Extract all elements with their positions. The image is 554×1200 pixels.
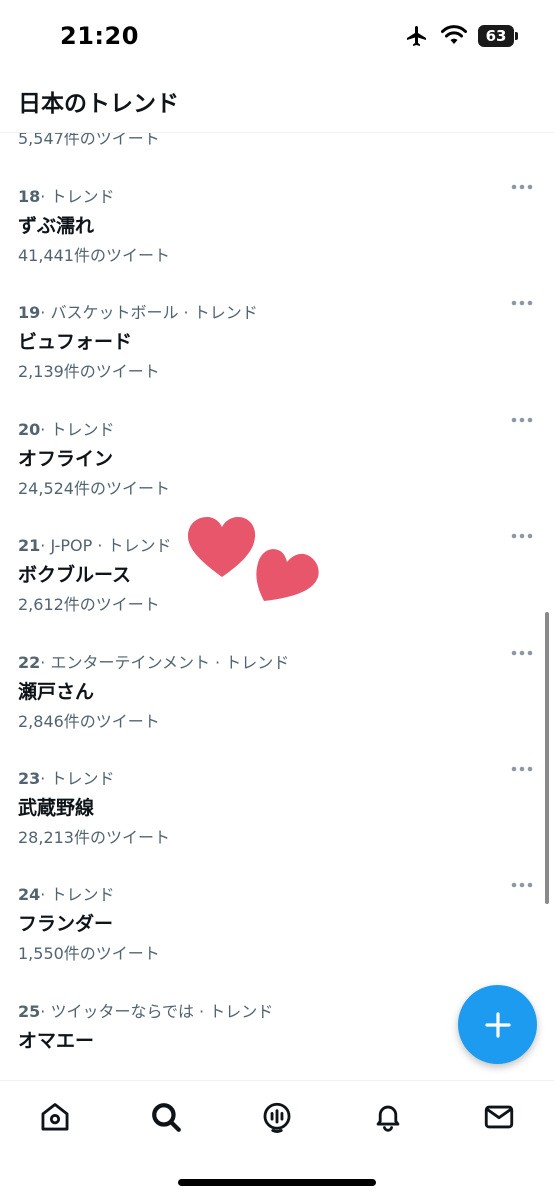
more-options-icon[interactable] — [508, 293, 536, 313]
trend-rank: 21 — [18, 536, 41, 555]
page-title: 日本のトレンド — [18, 91, 179, 117]
trend-item[interactable]: 24· トレンド フランダー 1,550件のツイート — [0, 881, 554, 997]
trend-count: 2,139件のツイート — [18, 362, 160, 381]
trend-name: ボクブルース — [18, 564, 132, 586]
trend-item[interactable]: 22· エンターテインメント · トレンド 瀬戸さん 2,846件のツイート — [0, 649, 554, 765]
page-header: 日本のトレンド — [0, 66, 554, 133]
home-icon — [41, 1103, 69, 1131]
trend-rank: 19 — [18, 303, 41, 322]
trend-name: フランダー — [18, 913, 114, 935]
trend-category: · トレンド — [40, 420, 115, 439]
trend-meta: 24· トレンド — [18, 881, 114, 905]
trend-item[interactable]: 19· バスケットボール · トレンド ビュフォード 2,139件のツイート — [0, 299, 554, 415]
trend-category: · トレンド — [40, 885, 115, 904]
tab-notifications[interactable] — [368, 1097, 408, 1137]
trend-item[interactable]: 23· トレンド 武蔵野線 28,213件のツイート — [0, 765, 554, 881]
scrollbar[interactable] — [545, 612, 549, 904]
messages-icon — [484, 1105, 514, 1129]
trend-name: オフライン — [18, 448, 114, 470]
trend-count: 2,846件のツイート — [18, 712, 160, 731]
trend-rank: 22 — [18, 653, 41, 672]
tab-home[interactable] — [35, 1097, 75, 1137]
wifi-icon — [441, 25, 467, 44]
trend-meta: 20· トレンド — [18, 416, 114, 440]
more-options-icon[interactable] — [508, 410, 536, 430]
trend-rank: 20 — [18, 420, 41, 439]
trend-rank: 23 — [18, 769, 41, 788]
trend-category: · トレンド — [40, 769, 115, 788]
trend-count: 24,524件のツイート — [18, 479, 170, 498]
partial-trend-count: 5,547件のツイート — [18, 133, 160, 148]
hearts-sticker — [188, 517, 319, 601]
more-options-icon[interactable] — [508, 875, 536, 895]
trend-count: 1,550件のツイート — [18, 944, 160, 963]
trend-category: · エンターテインメント · トレンド — [40, 653, 290, 672]
compose-button[interactable] — [458, 985, 537, 1064]
battery-tip — [515, 32, 518, 40]
trend-meta: 23· トレンド — [18, 765, 114, 789]
trend-rank: 25 — [18, 1002, 41, 1021]
trend-name: ずぶ濡れ — [18, 215, 95, 237]
search-icon — [152, 1103, 181, 1132]
trend-category: · バスケットボール · トレンド — [40, 303, 258, 322]
trend-meta: 19· バスケットボール · トレンド — [18, 299, 258, 323]
trend-meta: 22· エンターテインメント · トレンド — [18, 649, 289, 673]
trend-count: 28,213件のツイート — [18, 828, 170, 847]
plus-icon — [484, 1011, 511, 1038]
airplane-icon — [407, 26, 426, 46]
status-bar: 21:20 63 — [0, 0, 554, 66]
tab-search[interactable] — [146, 1097, 186, 1137]
trend-rank: 18 — [18, 187, 41, 206]
trend-meta: 25· ツイッターならでは · トレンド — [18, 998, 273, 1022]
trend-category: · トレンド — [40, 187, 115, 206]
home-indicator[interactable] — [178, 1179, 376, 1186]
trend-count: 2,612件のツイート — [18, 595, 160, 614]
trend-meta: 18· トレンド — [18, 183, 114, 207]
trends-list[interactable]: 5,547件のツイート 18· トレンド ずぶ濡れ 41,441件のツイート 1… — [0, 133, 554, 1079]
battery-indicator: 63 — [478, 25, 514, 47]
spaces-icon — [263, 1102, 291, 1133]
trend-category: · J-POP · トレンド — [40, 536, 172, 555]
notifications-icon — [376, 1105, 400, 1132]
trend-name: 瀬戸さん — [18, 681, 95, 703]
trend-name: ビュフォード — [18, 331, 133, 353]
trend-name: 武蔵野線 — [18, 797, 95, 819]
more-options-icon[interactable] — [508, 643, 536, 663]
heart-shape-left — [188, 517, 256, 577]
status-time: 21:20 — [60, 22, 139, 50]
trend-rank: 24 — [18, 885, 41, 904]
more-options-icon[interactable] — [508, 177, 536, 197]
trend-category: · ツイッターならでは · トレンド — [40, 1002, 274, 1021]
heart-shape-right — [256, 549, 319, 601]
trend-name: オマエー — [18, 1030, 95, 1052]
trend-count: 41,441件のツイート — [18, 246, 170, 265]
more-options-icon[interactable] — [508, 526, 536, 546]
tab-spaces[interactable] — [257, 1097, 297, 1137]
more-options-icon[interactable] — [508, 759, 536, 779]
tab-messages[interactable] — [479, 1097, 519, 1137]
trend-meta: 21· J-POP · トレンド — [18, 532, 172, 556]
trend-item[interactable]: 18· トレンド ずぶ濡れ 41,441件のツイート — [0, 183, 554, 299]
